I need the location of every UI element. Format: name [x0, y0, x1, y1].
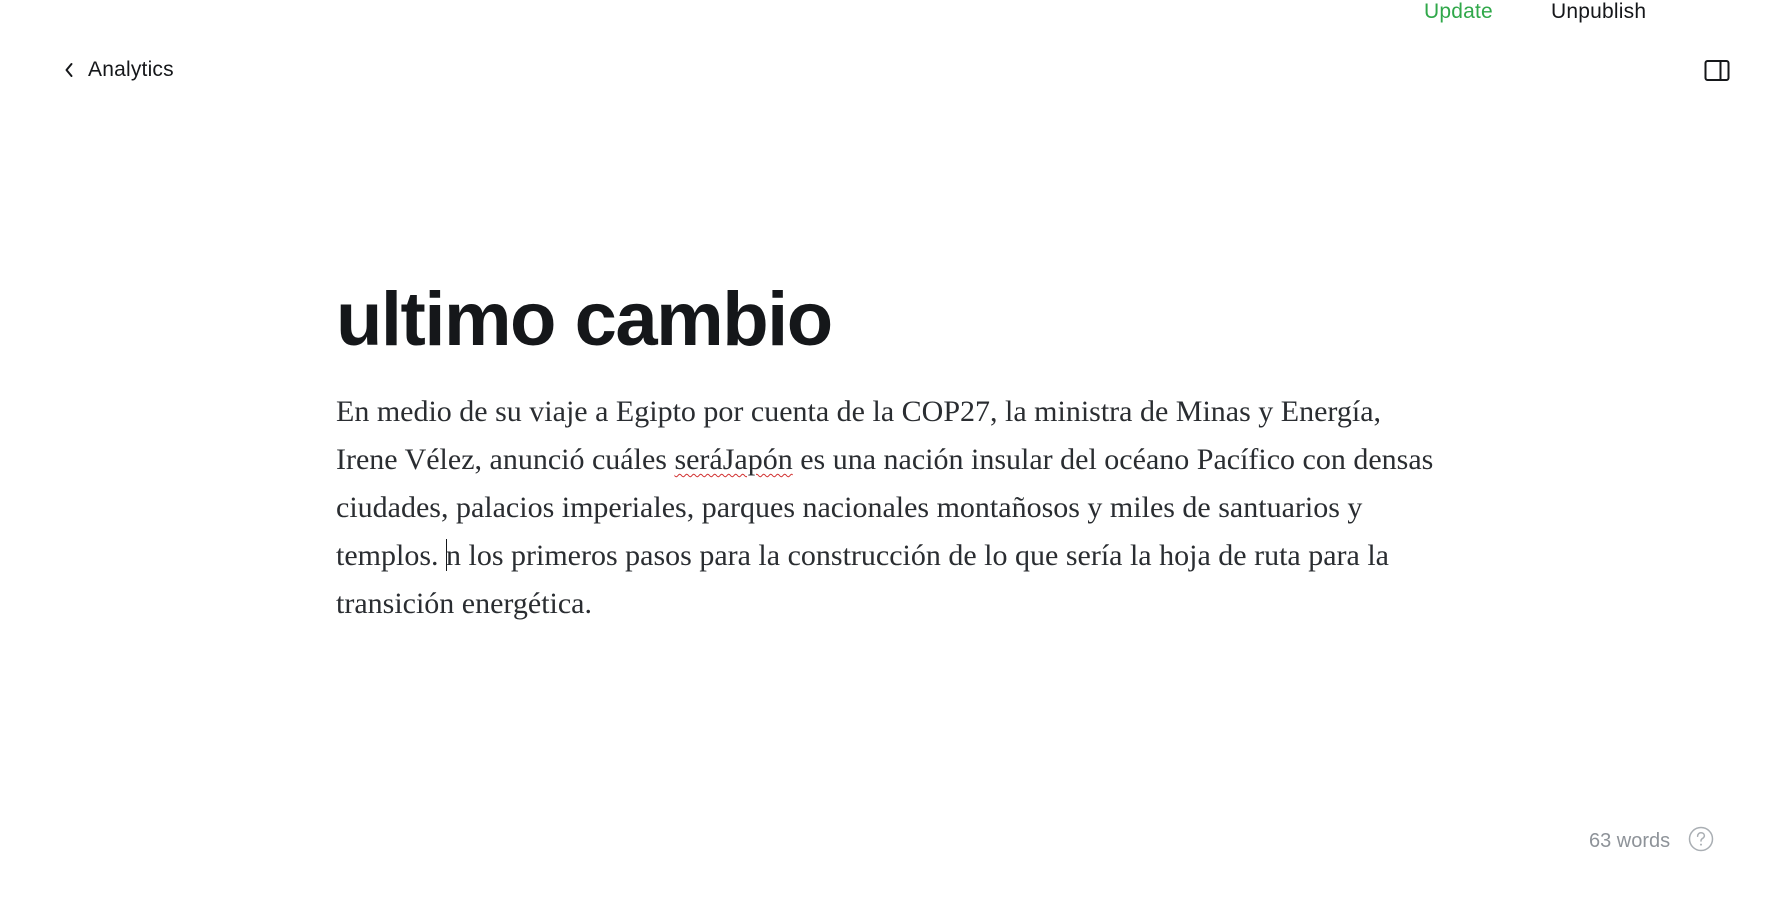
chevron-left-icon	[64, 62, 74, 78]
unpublish-button[interactable]: Unpublish	[1551, 0, 1646, 24]
word-count: 63 words	[1589, 830, 1671, 852]
body-text-part-3: n los primeros pasos para la construcció…	[336, 539, 1389, 620]
help-circle-icon[interactable]	[1688, 826, 1714, 857]
update-button[interactable]: Update	[1424, 0, 1493, 24]
sidebar-panel-icon[interactable]	[1704, 59, 1730, 83]
back-to-analytics-link[interactable]: Analytics	[64, 58, 174, 82]
editor-footer: 63 words	[1589, 826, 1714, 857]
back-link-label: Analytics	[88, 58, 174, 81]
spellcheck-flagged-word[interactable]: seráJapón	[674, 443, 792, 476]
editor-header: Analytics Update Unpublish	[0, 0, 1779, 140]
post-editor[interactable]: ultimo cambio En medio de su viaje a Egi…	[336, 270, 1446, 628]
post-body[interactable]: En medio de su viaje a Egipto por cuenta…	[336, 388, 1446, 628]
post-title[interactable]: ultimo cambio	[336, 270, 1446, 370]
